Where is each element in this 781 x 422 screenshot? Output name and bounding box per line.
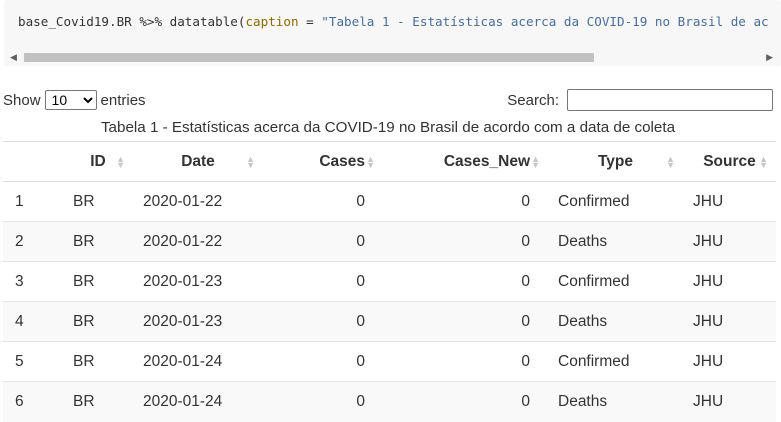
cell-cases: 0 (263, 301, 383, 342)
cell-id: BR (63, 181, 133, 222)
code-string: "Tabela 1 - Estatísticas acerca da COVID… (321, 14, 769, 29)
code-chunk: base_Covid19.BR %>% datatable(caption = … (4, 0, 781, 66)
chevron-right-icon[interactable]: ▶ (766, 52, 773, 63)
cell-date: 2020-01-23 (133, 301, 263, 342)
table-row[interactable]: 1 BR 2020-01-22 0 0 Confirmed JHU (3, 181, 776, 222)
cell-date: 2020-01-22 (133, 221, 263, 262)
entries-label: entries (100, 91, 146, 109)
sort-both-icon: ▲ ▼ (531, 153, 540, 170)
header-id[interactable]: ID ▲ ▼ (63, 141, 133, 182)
code-arg: caption (245, 14, 299, 29)
cell-id: BR (63, 341, 133, 382)
cell-rownum: 3 (3, 261, 63, 302)
table-header-row: ID ▲ ▼ Date ▲ ▼ Cases ▲ ▼ Cases_New ▲ ▼ Type ▲ ▼ S… (3, 141, 776, 182)
cell-cases-new: 0 (383, 261, 548, 302)
cell-rownum: 6 (3, 381, 63, 422)
header-cases[interactable]: Cases ▲ ▼ (263, 141, 383, 182)
cell-id: BR (63, 381, 133, 422)
cell-id: BR (63, 301, 133, 342)
cell-type: Confirmed (548, 181, 683, 222)
cell-date: 2020-01-23 (133, 261, 263, 302)
search-control: Search: (507, 89, 773, 111)
scrollbar-thumb[interactable] (24, 53, 594, 62)
cell-cases-new: 0 (383, 301, 548, 342)
cell-rownum: 5 (3, 341, 63, 382)
header-date[interactable]: Date ▲ ▼ (133, 141, 263, 182)
header-type[interactable]: Type ▲ ▼ (548, 141, 683, 182)
cell-date: 2020-01-24 (133, 341, 263, 382)
code-op: = (298, 14, 322, 29)
cell-cases: 0 (263, 261, 383, 302)
cell-cases: 0 (263, 221, 383, 262)
search-label: Search: (507, 91, 559, 109)
cell-source: JHU (683, 261, 776, 302)
cell-id: BR (63, 221, 133, 262)
header-type-label: Type (597, 152, 634, 170)
header-id-label: ID (90, 152, 106, 170)
cell-cases: 0 (263, 181, 383, 222)
table-caption: Tabela 1 - Estatísticas acerca da COVID-… (100, 119, 676, 136)
cell-type: Deaths (548, 381, 683, 422)
table-row[interactable]: 2 BR 2020-01-22 0 0 Deaths JHU (3, 221, 776, 262)
header-rownum[interactable] (3, 141, 63, 182)
show-label: Show (3, 91, 41, 109)
table-row[interactable]: 5 BR 2020-01-24 0 0 Confirmed JHU (3, 341, 776, 382)
cell-cases: 0 (263, 381, 383, 422)
header-cases-new[interactable]: Cases_New ▲ ▼ (383, 141, 548, 182)
cell-type: Deaths (548, 301, 683, 342)
cell-source: JHU (683, 301, 776, 342)
sort-both-icon: ▲ ▼ (366, 153, 375, 170)
cell-cases-new: 0 (383, 221, 548, 262)
cell-source: JHU (683, 341, 776, 382)
cell-cases-new: 0 (383, 181, 548, 222)
sort-both-icon: ▲ ▼ (246, 153, 255, 170)
sort-both-icon: ▲ ▼ (116, 153, 125, 170)
code-line: base_Covid19.BR %>% datatable(caption = … (18, 14, 769, 29)
cell-type: Deaths (548, 221, 683, 262)
chevron-left-icon[interactable]: ◀ (10, 52, 17, 63)
sort-both-icon: ▲ ▼ (666, 153, 675, 170)
code-prefix: base_Covid19.BR %>% datatable( (18, 14, 246, 29)
cell-id: BR (63, 261, 133, 302)
cell-rownum: 2 (3, 221, 63, 262)
header-source-label: Source (703, 152, 756, 170)
search-input[interactable] (567, 89, 773, 111)
sort-both-icon: ▲ ▼ (759, 153, 768, 170)
cell-date: 2020-01-22 (133, 181, 263, 222)
entries-length-control: Show 10 entries (3, 90, 146, 110)
cell-cases-new: 0 (383, 341, 548, 382)
cell-type: Confirmed (548, 341, 683, 382)
data-table: ID ▲ ▼ Date ▲ ▼ Cases ▲ ▼ Cases_New ▲ ▼ Type ▲ ▼ S… (3, 141, 776, 422)
table-row[interactable]: 4 BR 2020-01-23 0 0 Deaths JHU (3, 301, 776, 342)
cell-date: 2020-01-24 (133, 381, 263, 422)
cell-rownum: 4 (3, 301, 63, 342)
table-row[interactable]: 6 BR 2020-01-24 0 0 Deaths JHU (3, 381, 776, 422)
cell-cases: 0 (263, 341, 383, 382)
cell-source: JHU (683, 221, 776, 262)
code-horizontal-scrollbar[interactable]: ◀ ▶ (8, 50, 775, 64)
header-cases-label: Cases (319, 152, 365, 170)
cell-rownum: 1 (3, 181, 63, 222)
header-date-label: Date (181, 152, 215, 170)
entries-select[interactable]: 10 (44, 90, 97, 110)
header-source[interactable]: Source ▲ ▼ (683, 141, 776, 182)
cell-source: JHU (683, 381, 776, 422)
cell-cases-new: 0 (383, 381, 548, 422)
table-row[interactable]: 3 BR 2020-01-23 0 0 Confirmed JHU (3, 261, 776, 302)
cell-type: Confirmed (548, 261, 683, 302)
header-cases-new-label: Cases_New (443, 152, 530, 170)
cell-source: JHU (683, 181, 776, 222)
